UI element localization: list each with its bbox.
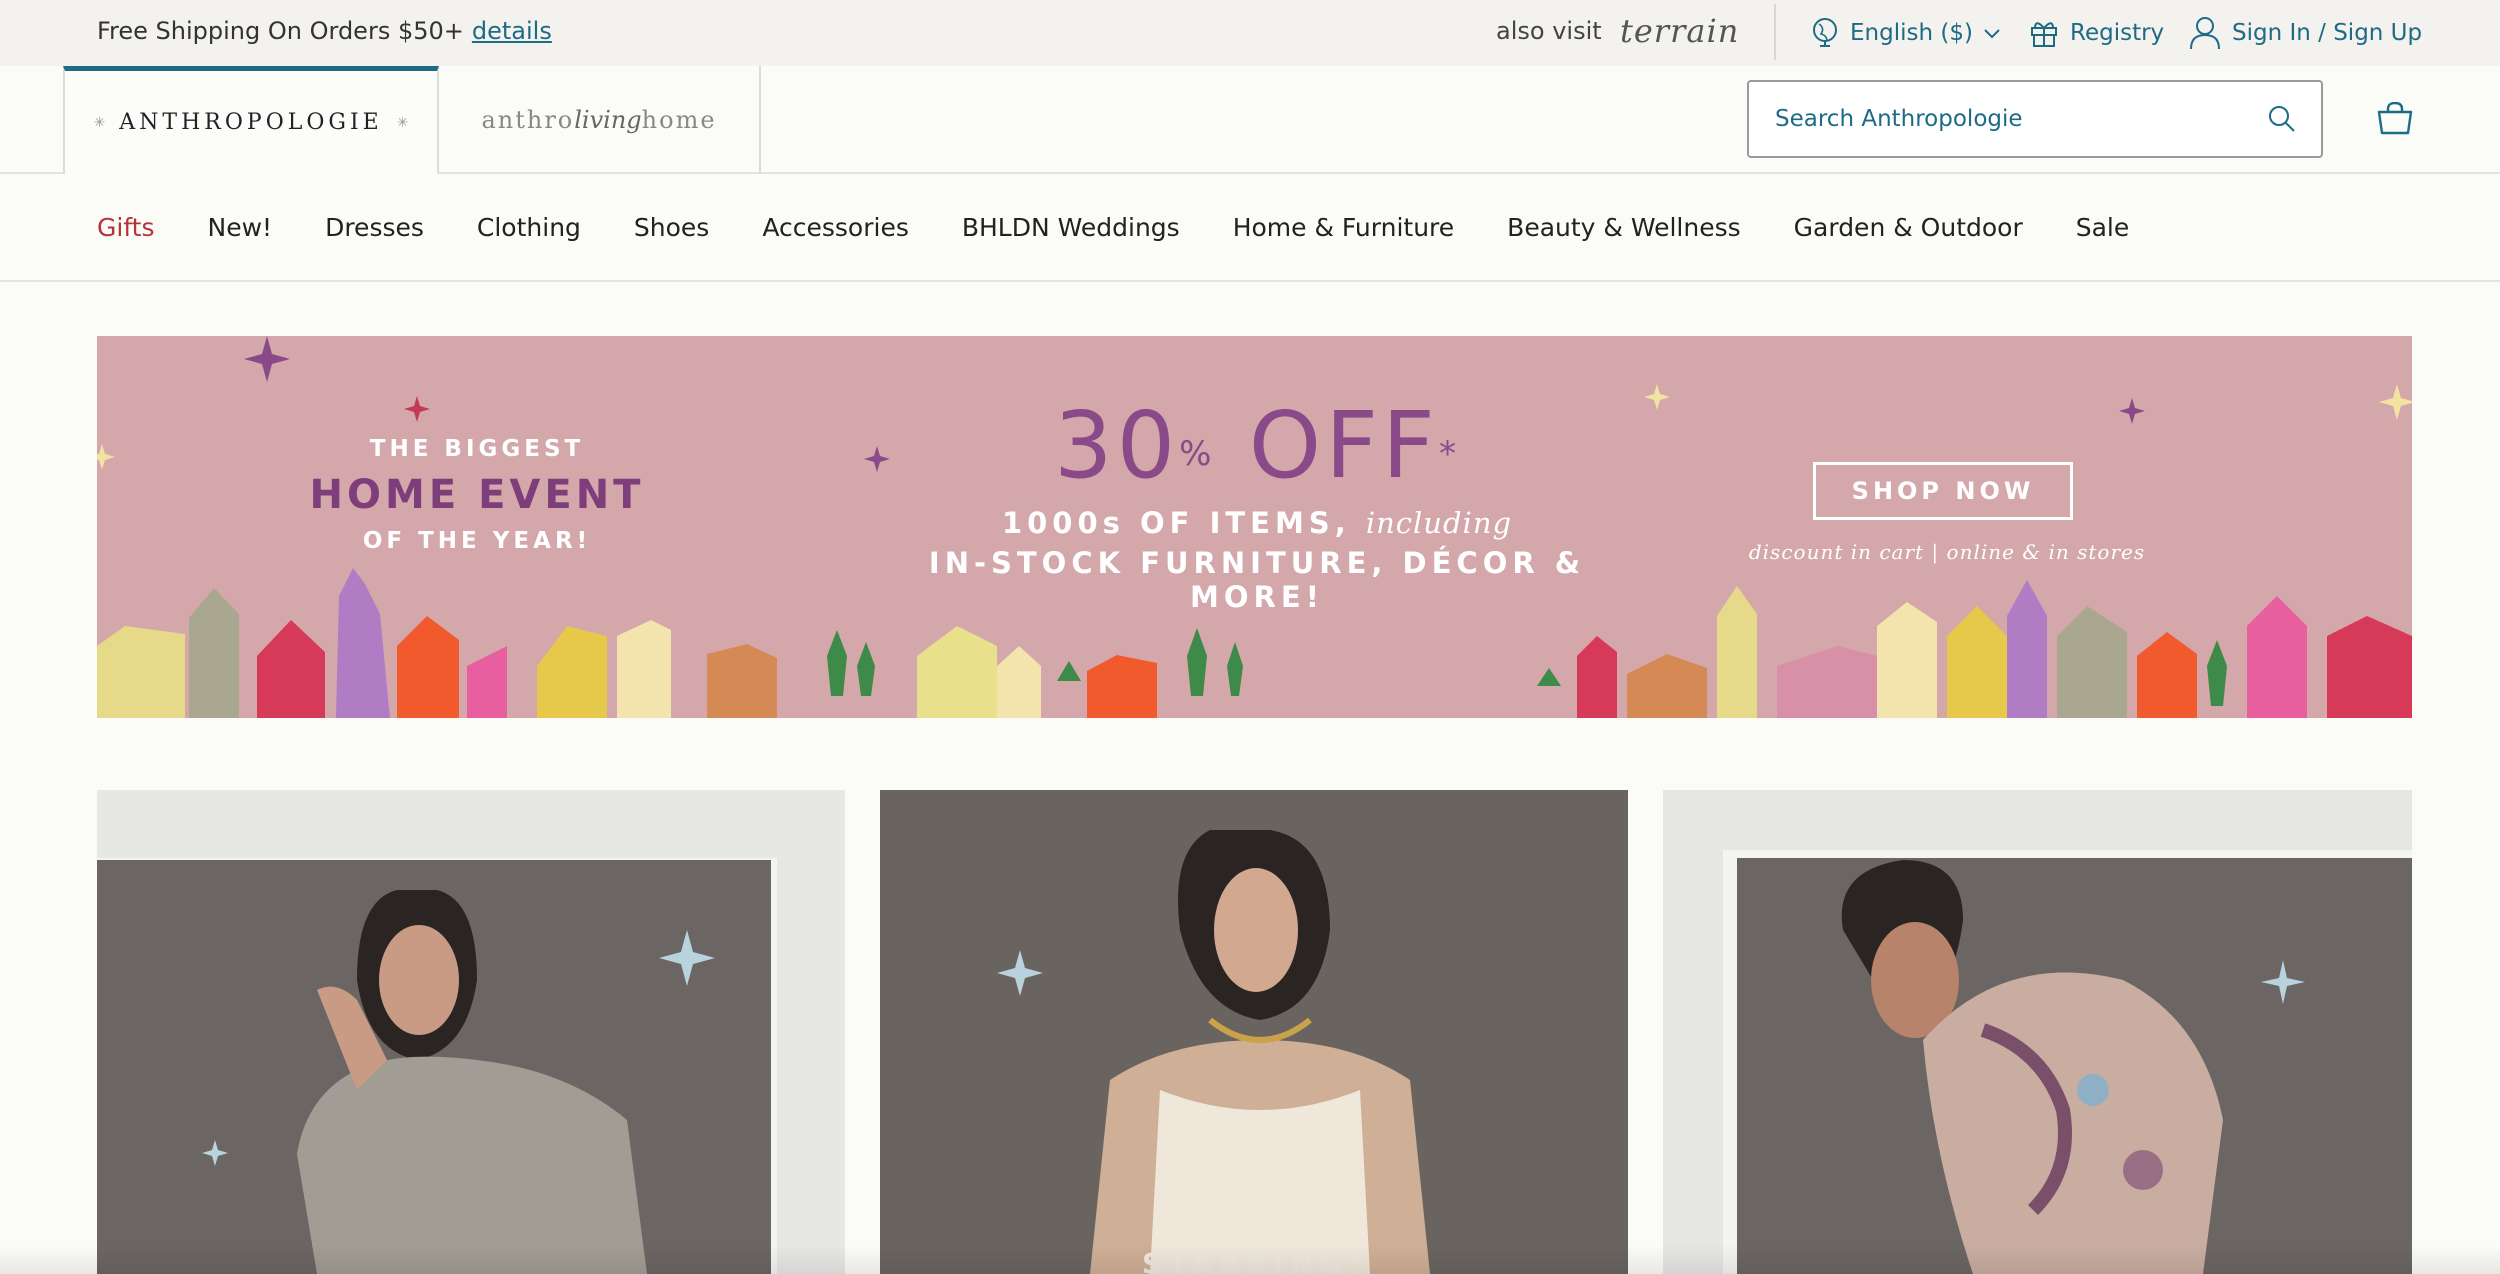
- promo-details-link[interactable]: details: [472, 17, 552, 45]
- houses-right: [1537, 580, 2412, 718]
- nav-item-clothing[interactable]: Clothing: [477, 213, 581, 242]
- registry-link[interactable]: Registry: [2028, 0, 2164, 66]
- terrain-link[interactable]: terrain: [1620, 0, 1739, 66]
- nav-item-new[interactable]: New!: [208, 213, 273, 242]
- discount-number: 30: [1054, 392, 1180, 499]
- logo-script: living: [574, 106, 642, 134]
- nav-item-gifts[interactable]: Gifts: [97, 213, 155, 242]
- banner-line-3: OF THE YEAR!: [362, 528, 592, 554]
- banner-line-1: THE BIGGEST: [369, 436, 585, 462]
- discount-note: discount in cart | online & in stores: [1748, 540, 2146, 564]
- language-selector[interactable]: English ($): [1810, 0, 2001, 66]
- banner-offer: 30% OFF* 1000s OF ITEMS, including IN-ST…: [857, 396, 1657, 615]
- registry-label: Registry: [2070, 20, 2165, 46]
- banner-line-2: HOME EVENT: [309, 472, 645, 518]
- main-nav: Gifts New! Dresses Clothing Shoes Access…: [0, 174, 2500, 282]
- tile-caption: STARRING:: [1142, 1247, 1366, 1274]
- sign-in-label: Sign In / Sign Up: [2232, 20, 2423, 46]
- logo-suffix: home: [641, 106, 717, 134]
- home-event-banner[interactable]: THE BIGGEST HOME EVENT OF THE YEAR! 30% …: [97, 336, 2412, 718]
- search-icon[interactable]: [2267, 104, 2297, 134]
- shipping-promo: Free Shipping On Orders $50+ details: [97, 0, 552, 66]
- nav-item-accessories[interactable]: Accessories: [762, 213, 909, 242]
- anthro-living-logo: anthrolivinghome: [481, 106, 716, 134]
- nav-item-sale[interactable]: Sale: [2076, 213, 2130, 242]
- nav-item-bhldn-weddings[interactable]: BHLDN Weddings: [962, 213, 1180, 242]
- nav-item-beauty-wellness[interactable]: Beauty & Wellness: [1507, 213, 1740, 242]
- discount-amount: 30% OFF*: [857, 396, 1657, 496]
- logo-prefix: anthro: [481, 106, 575, 134]
- model-photo: [880, 790, 1628, 1274]
- sign-in-link[interactable]: Sign In / Sign Up: [2188, 0, 2422, 66]
- banner-headline: THE BIGGEST HOME EVENT OF THE YEAR!: [307, 436, 647, 554]
- nav-item-shoes[interactable]: Shoes: [634, 213, 709, 242]
- model-photo: [1663, 790, 2412, 1274]
- offer-line-1: 1000s OF ITEMS, including: [857, 506, 1657, 540]
- cart-button[interactable]: [2376, 101, 2414, 140]
- user-icon: [2190, 17, 2220, 50]
- search-input[interactable]: [1775, 106, 2267, 132]
- globe-icon: [1813, 18, 1837, 47]
- shopping-bag-icon: [2377, 101, 2413, 135]
- shop-now-button[interactable]: SHOP NOW: [1813, 462, 2073, 520]
- product-tile-sequin-dress[interactable]: [1663, 790, 2412, 1274]
- divider: [1774, 4, 1776, 60]
- nav-item-garden-outdoor[interactable]: Garden & Outdoor: [1794, 213, 2023, 242]
- product-tile-white-top[interactable]: STARRING:: [880, 790, 1628, 1274]
- gift-icon: [2031, 22, 2057, 47]
- discount-off: OFF: [1248, 392, 1439, 499]
- star-icon: ✳: [396, 114, 409, 131]
- brand-header: ✳ ANTHROPOLOGIE ✳ anthrolivinghome: [0, 66, 2500, 174]
- model-photo: [97, 790, 845, 1274]
- language-label: English ($): [1850, 20, 1973, 46]
- nav-item-dresses[interactable]: Dresses: [325, 213, 424, 242]
- utility-bar: Free Shipping On Orders $50+ details also…: [0, 0, 2500, 66]
- chevron-down-icon: [1984, 29, 2000, 39]
- product-tile-sheer-top[interactable]: [97, 790, 845, 1274]
- anthropologie-logo: ANTHROPOLOGIE: [119, 110, 383, 135]
- discount-asterisk: *: [1438, 434, 1460, 474]
- anthropologie-logo-tab[interactable]: ✳ ANTHROPOLOGIE ✳: [63, 66, 439, 174]
- percent-sign: %: [1179, 434, 1216, 474]
- nav-list: Gifts New! Dresses Clothing Shoes Access…: [97, 174, 2182, 280]
- offer-including: including: [1365, 506, 1513, 540]
- anthro-living-home-logo-tab[interactable]: anthrolivinghome: [439, 66, 761, 174]
- search-box[interactable]: [1747, 80, 2323, 158]
- also-visit-label: also visit: [1496, 17, 1602, 45]
- promo-text: Free Shipping On Orders $50+: [97, 17, 464, 45]
- offer-line-2: IN-STOCK FURNITURE, DÉCOR & MORE!: [928, 546, 1586, 614]
- star-icon: ✳: [93, 114, 106, 131]
- nav-item-home-furniture[interactable]: Home & Furniture: [1233, 213, 1454, 242]
- offer-items: 1000s OF ITEMS,: [1001, 506, 1351, 540]
